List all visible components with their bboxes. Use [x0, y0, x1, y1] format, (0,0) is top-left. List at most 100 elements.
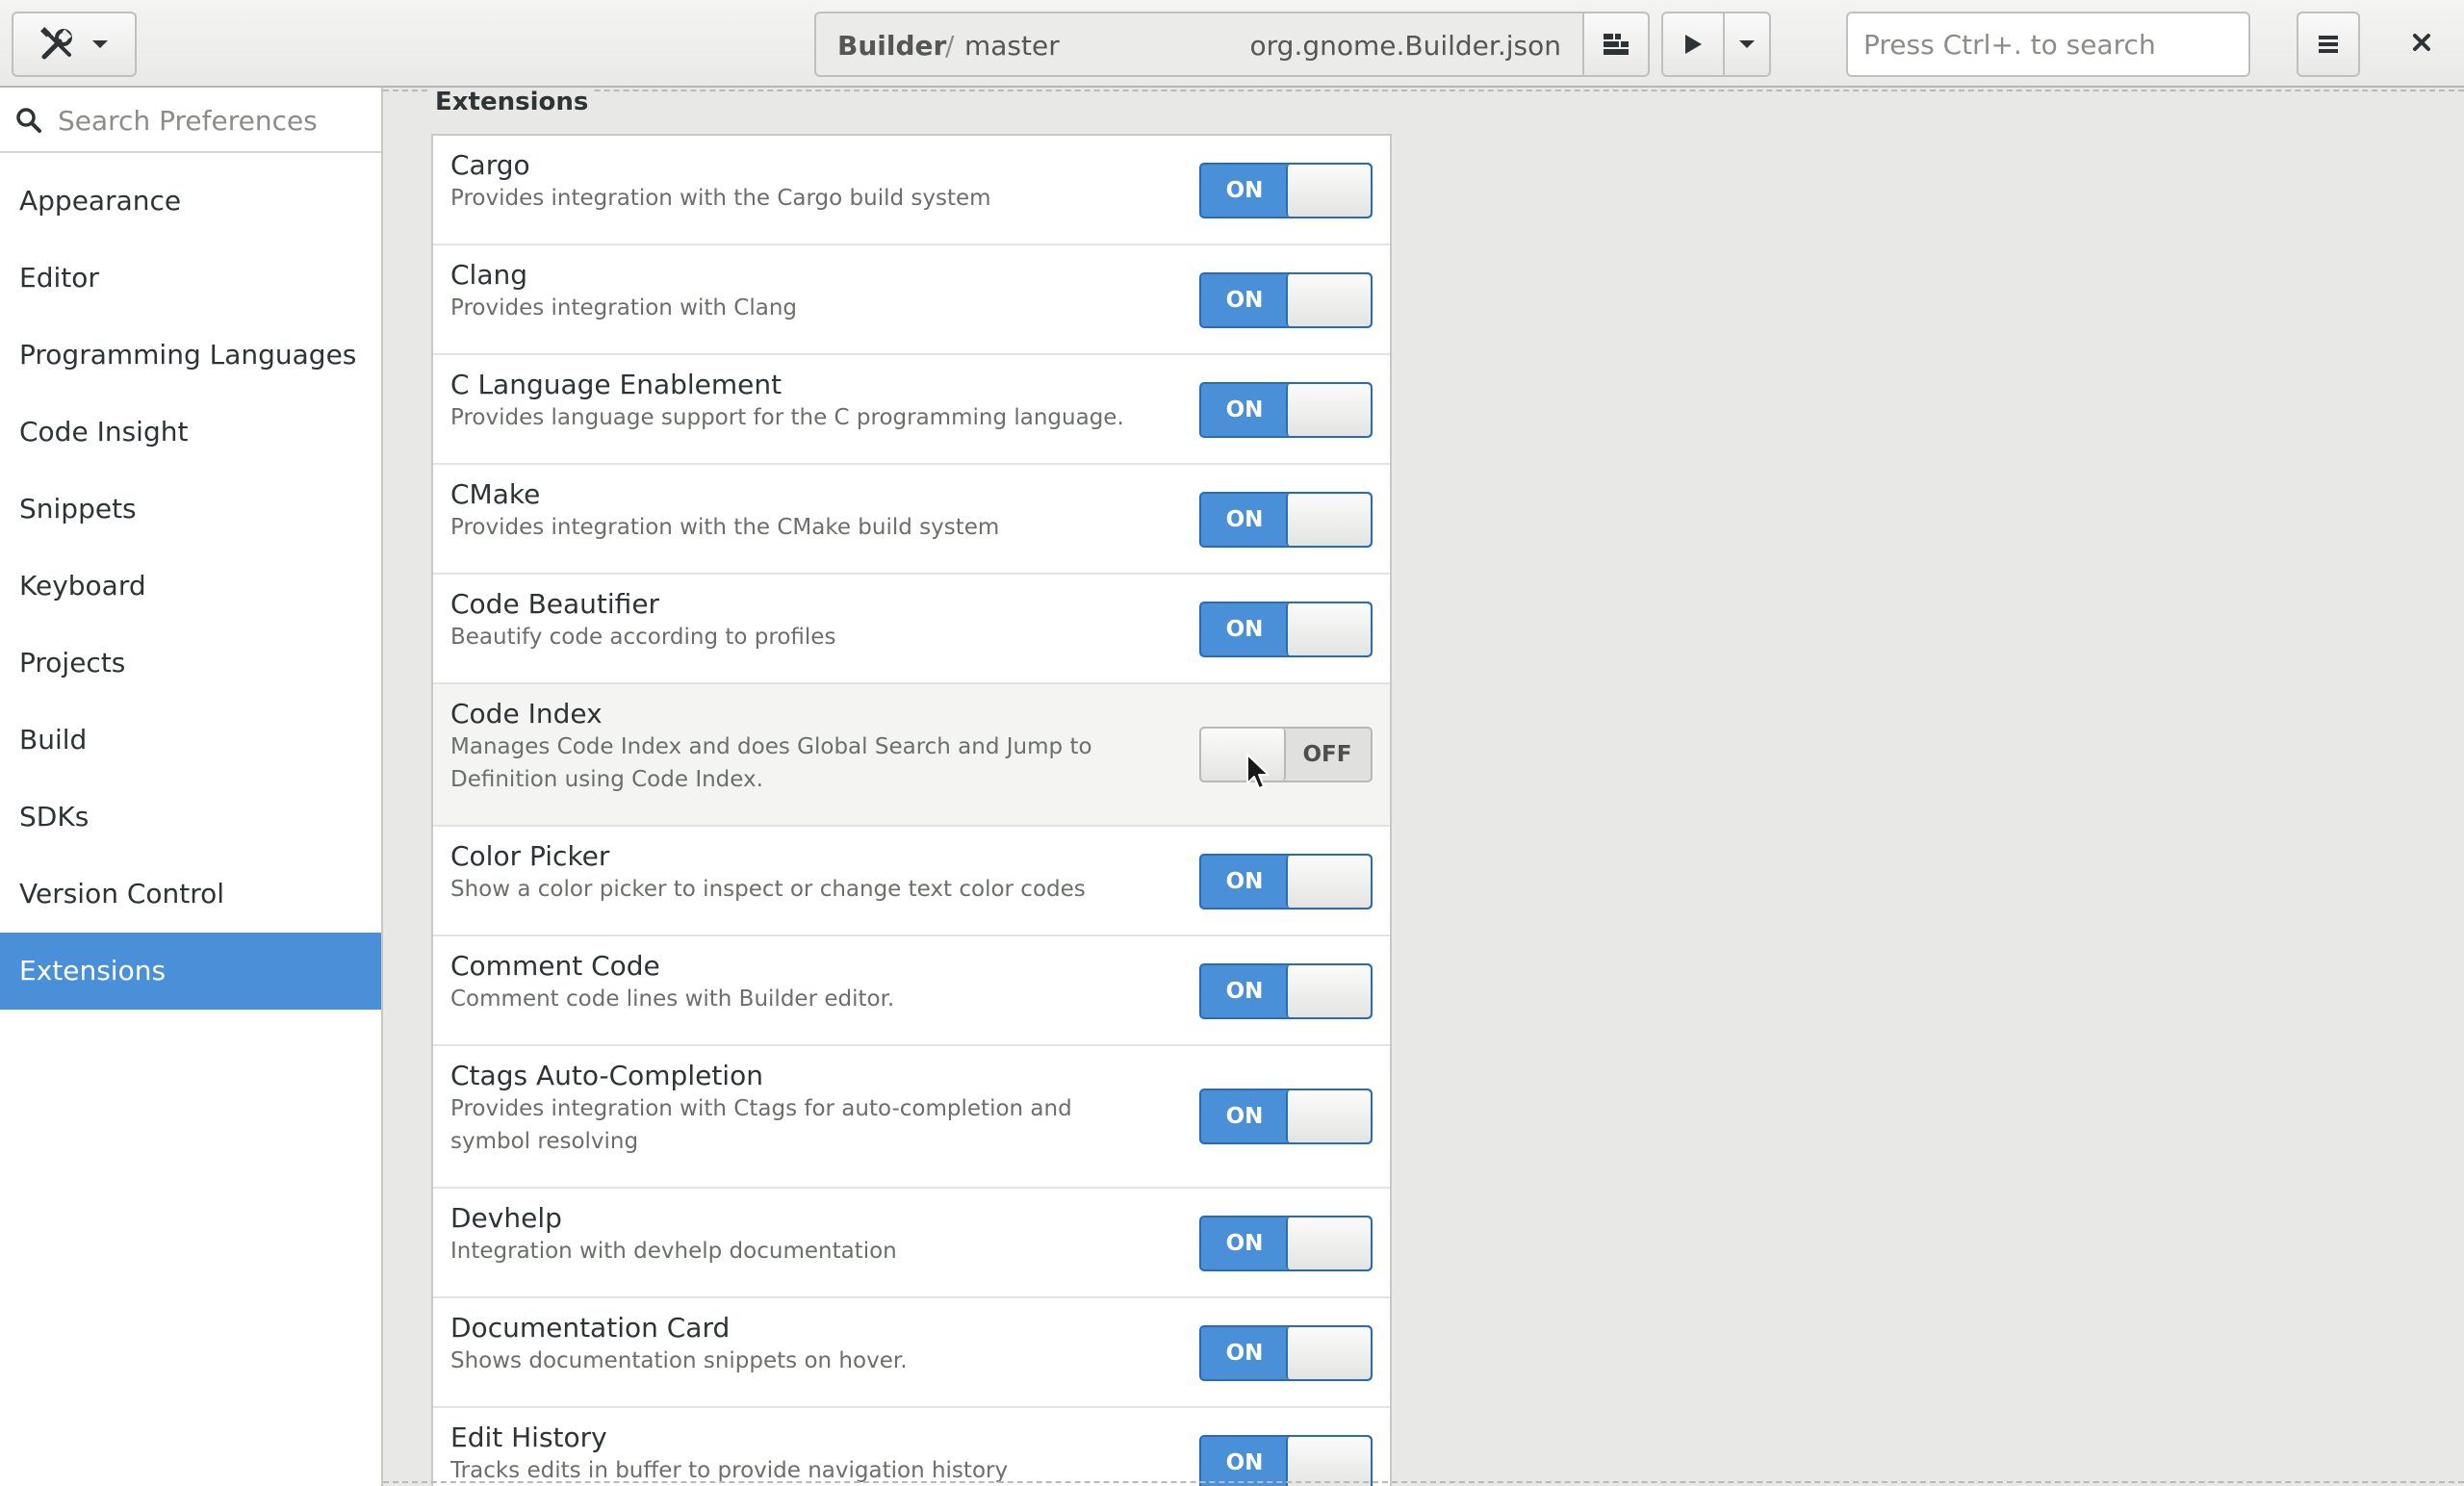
- extension-name: Color Picker: [450, 840, 610, 872]
- extension-description: Shows documentation snippets on hover.: [450, 1348, 908, 1373]
- extension-name: Ctags Auto-Completion: [450, 1060, 763, 1091]
- sidebar-item-programming-languages[interactable]: Programming Languages: [0, 317, 381, 394]
- switch-knob: [1286, 1090, 1371, 1142]
- scroll-edge-bottom: [383, 1481, 2464, 1483]
- switch-state-label: ON: [1225, 1104, 1264, 1129]
- sidebar-item-appearance[interactable]: Appearance: [0, 163, 381, 240]
- chevron-down-icon: [1737, 38, 1757, 50]
- extension-name: Comment Code: [450, 950, 660, 982]
- extension-row-documentation-card[interactable]: Documentation Card Shows documentation s…: [433, 1298, 1390, 1408]
- sidebar-item-version-control[interactable]: Version Control: [0, 856, 381, 933]
- extension-row-cargo[interactable]: Cargo Provides integration with the Carg…: [433, 136, 1390, 245]
- sidebar-item-sdks[interactable]: SDKs: [0, 779, 381, 856]
- switch-state-label: ON: [1225, 869, 1264, 894]
- switch-state-label: OFF: [1302, 742, 1352, 767]
- extension-toggle-cargo[interactable]: ON: [1199, 163, 1373, 218]
- extension-name: Cargo: [450, 149, 530, 181]
- extension-toggle-documentation-card[interactable]: ON: [1199, 1325, 1373, 1381]
- preferences-search-input[interactable]: [56, 95, 368, 145]
- extension-toggle-clang[interactable]: ON: [1199, 272, 1373, 328]
- extension-toggle-color-picker[interactable]: ON: [1199, 854, 1373, 910]
- extension-row-color-picker[interactable]: Color Picker Show a color picker to insp…: [433, 827, 1390, 936]
- extension-name: Code Index: [450, 698, 603, 730]
- extensions-list: Cargo Provides integration with the Carg…: [431, 134, 1392, 1486]
- switch-state-label: ON: [1225, 617, 1264, 642]
- extension-row-cmake[interactable]: CMake Provides integration with the CMak…: [433, 465, 1390, 575]
- scroll-edge-top: [383, 90, 2464, 91]
- sidebar-item-keyboard[interactable]: Keyboard: [0, 548, 381, 625]
- run-button[interactable]: [1661, 12, 1725, 77]
- main-menu-button[interactable]: [2297, 12, 2360, 77]
- play-icon: [1682, 33, 1704, 56]
- extension-toggle-edit-history[interactable]: ON: [1199, 1435, 1373, 1486]
- extension-name: CMake: [450, 478, 541, 510]
- extension-row-clang[interactable]: Clang Provides integration with Clang ON: [433, 245, 1390, 355]
- switch-knob: [1286, 965, 1371, 1017]
- switch-knob: [1286, 384, 1371, 436]
- extension-description: Comment code lines with Builder editor.: [450, 986, 895, 1012]
- extension-description: Manages Code Index and does Global Searc…: [450, 734, 1092, 792]
- build-config-name: org.gnome.Builder.json: [1249, 30, 1561, 62]
- extension-description: Integration with devhelp documentation: [450, 1239, 897, 1264]
- extension-toggle-ctags[interactable]: ON: [1199, 1089, 1373, 1144]
- sidebar-item-code-insight[interactable]: Code Insight: [0, 394, 381, 471]
- section-title: Extensions: [431, 88, 593, 116]
- header-bar: Builder / master org.gnome.Builder.json: [0, 0, 2464, 88]
- switch-knob: [1286, 603, 1371, 655]
- extension-name: C Language Enablement: [450, 369, 783, 400]
- build-configuration-icon: [1602, 32, 1630, 57]
- preferences-search: [0, 88, 381, 153]
- extension-description: Provides integration with Clang: [450, 295, 798, 320]
- switch-state-label: ON: [1225, 288, 1264, 313]
- sidebar-item-build[interactable]: Build: [0, 702, 381, 779]
- extension-description: Provides integration with the CMake buil…: [450, 515, 1000, 540]
- extension-toggle-code-beautifier[interactable]: ON: [1199, 602, 1373, 657]
- chevron-down-icon: [90, 38, 110, 50]
- switch-knob: [1286, 165, 1371, 217]
- perspective-menu-button[interactable]: [12, 12, 137, 77]
- switch-state-label: ON: [1225, 1231, 1264, 1256]
- sidebar-item-editor[interactable]: Editor: [0, 240, 381, 317]
- extension-toggle-cmake[interactable]: ON: [1199, 492, 1373, 548]
- switch-state-label: ON: [1225, 178, 1264, 203]
- build-configuration-button[interactable]: [1582, 12, 1650, 77]
- extension-toggle-devhelp[interactable]: ON: [1199, 1216, 1373, 1271]
- extension-toggle-c-language[interactable]: ON: [1199, 382, 1373, 438]
- preferences-nav-list: Appearance Editor Programming Languages …: [0, 163, 381, 1010]
- search-icon: [15, 107, 42, 138]
- switch-knob: [1286, 1327, 1371, 1379]
- hamburger-menu-icon: [2317, 34, 2340, 55]
- tools-icon: [38, 26, 75, 63]
- extension-row-edit-history[interactable]: Edit History Tracks edits in buffer to p…: [433, 1408, 1390, 1486]
- close-window-button[interactable]: [2393, 12, 2451, 77]
- extension-description: Show a color picker to inspect or change…: [450, 877, 1086, 902]
- extension-toggle-code-index[interactable]: OFF: [1199, 727, 1373, 782]
- switch-knob: [1286, 856, 1371, 908]
- switch-state-label: ON: [1225, 1341, 1264, 1366]
- extension-row-code-beautifier[interactable]: Code Beautifier Beautify code according …: [433, 575, 1390, 684]
- preferences-content[interactable]: Extensions Cargo Provides integration wi…: [383, 88, 2464, 1486]
- sidebar-item-snippets[interactable]: Snippets: [0, 471, 381, 548]
- extension-row-comment-code[interactable]: Comment Code Comment code lines with Bui…: [433, 936, 1390, 1046]
- project-title-box[interactable]: Builder / master org.gnome.Builder.json: [814, 12, 1584, 77]
- extension-description: Provides integration with the Cargo buil…: [450, 186, 991, 211]
- extension-name: Clang: [450, 259, 528, 291]
- run-options-button[interactable]: [1723, 12, 1771, 77]
- extension-toggle-comment-code[interactable]: ON: [1199, 963, 1373, 1019]
- sidebar-item-extensions[interactable]: Extensions: [0, 933, 381, 1010]
- switch-knob: [1201, 729, 1286, 781]
- mouse-pointer-icon: [1245, 753, 1272, 795]
- close-icon: [2411, 32, 2432, 57]
- extension-description: Provides integration with Ctags for auto…: [450, 1096, 1072, 1154]
- global-search-input[interactable]: [1846, 12, 2250, 77]
- preferences-sidebar: Appearance Editor Programming Languages …: [0, 88, 383, 1486]
- switch-state-label: ON: [1225, 397, 1264, 423]
- extension-description: Provides language support for the C prog…: [450, 405, 1124, 430]
- extension-row-ctags[interactable]: Ctags Auto-Completion Provides integrati…: [433, 1046, 1390, 1189]
- extension-row-devhelp[interactable]: Devhelp Integration with devhelp documen…: [433, 1189, 1390, 1298]
- sidebar-item-projects[interactable]: Projects: [0, 625, 381, 702]
- project-name: Builder: [837, 30, 947, 62]
- extension-name: Code Beautifier: [450, 588, 660, 620]
- extension-row-c-language[interactable]: C Language Enablement Provides language …: [433, 355, 1390, 465]
- switch-knob: [1286, 494, 1371, 546]
